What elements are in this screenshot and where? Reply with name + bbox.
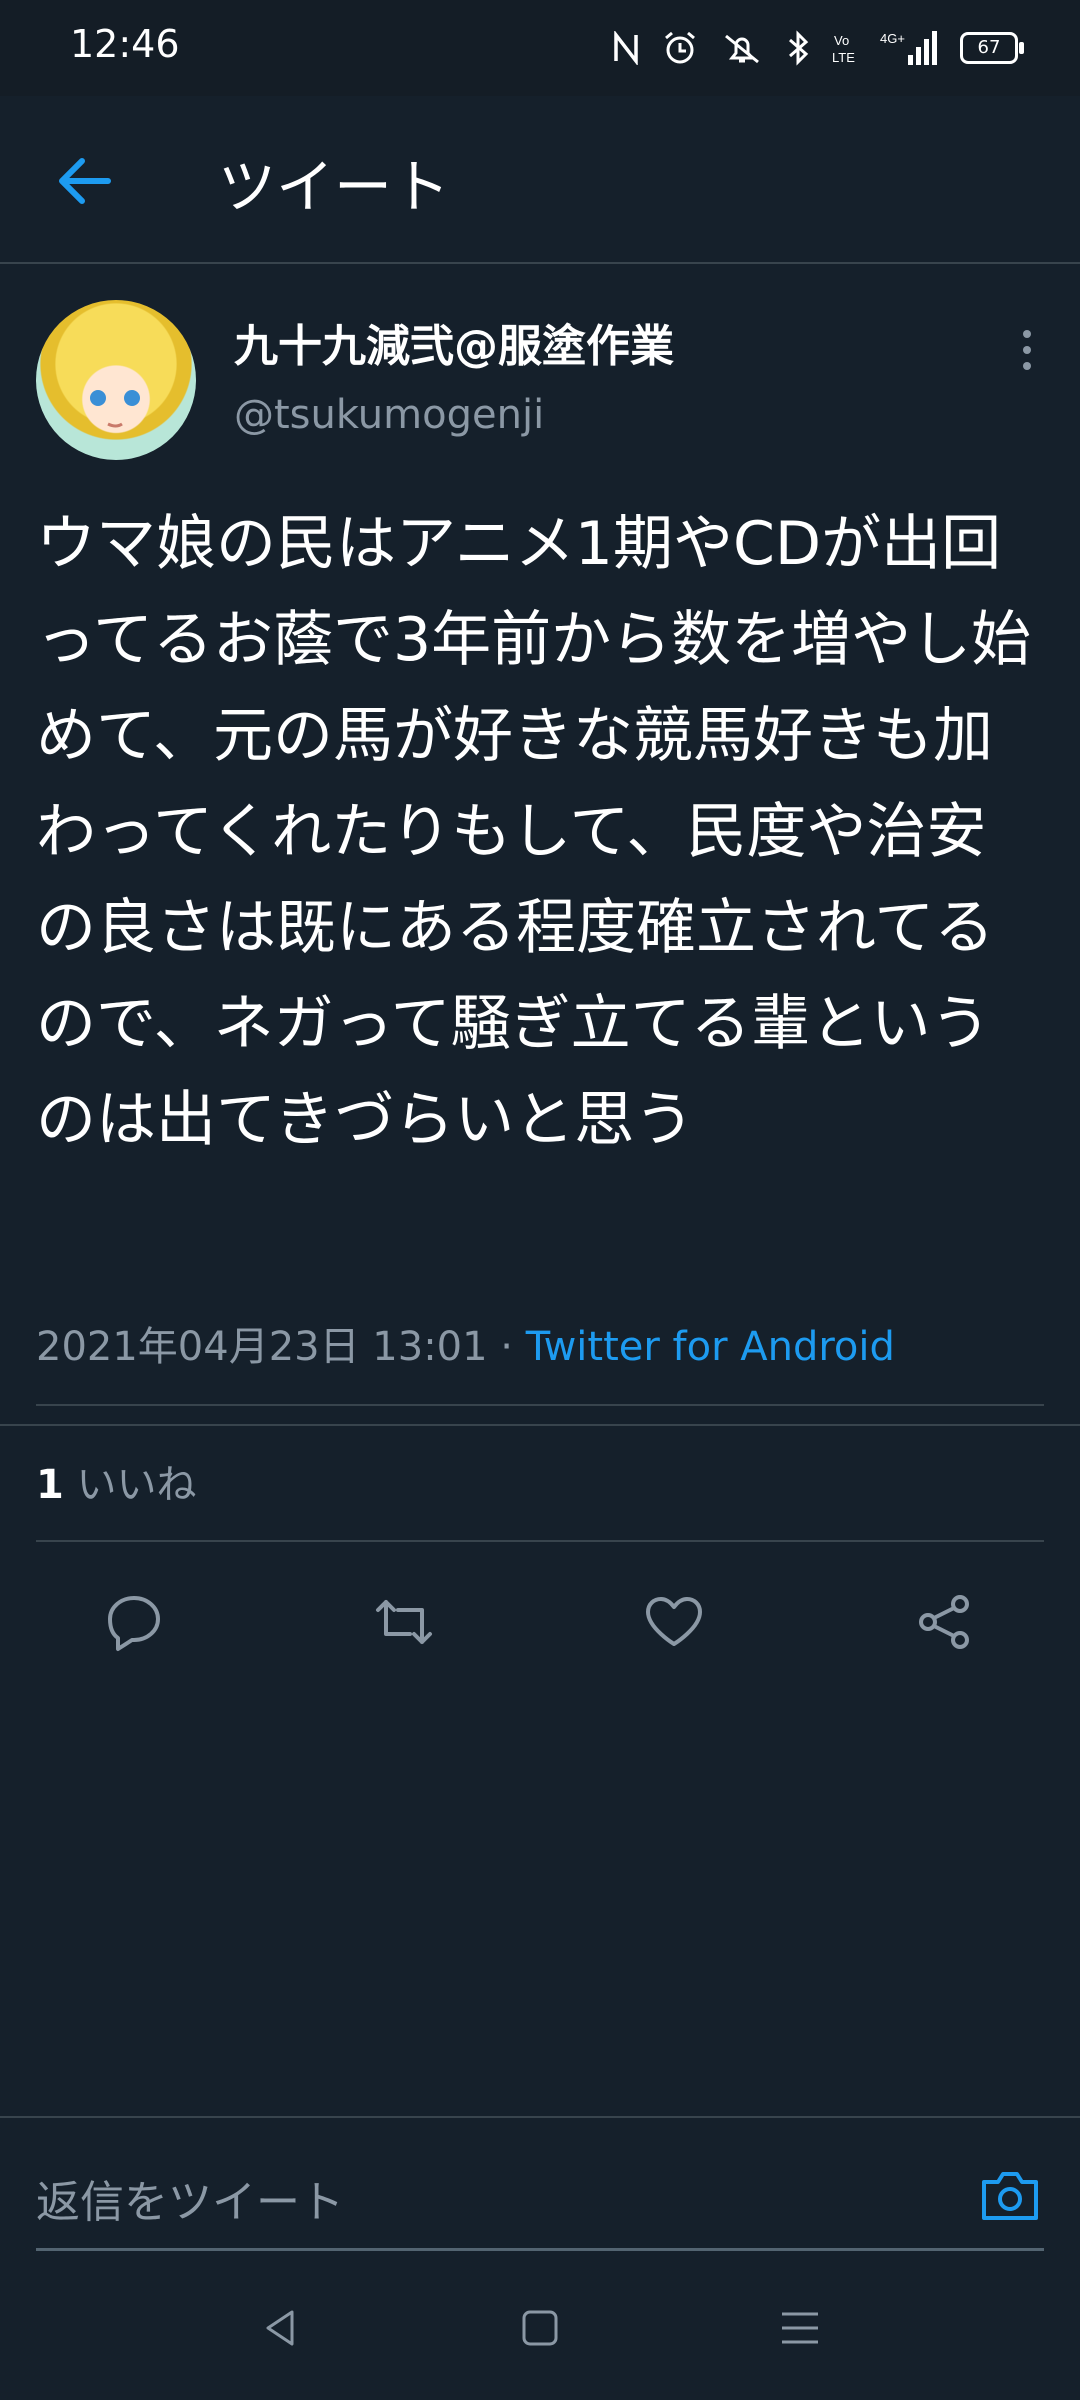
display-name[interactable]: 九十九減弐@服塗作業 [234,310,674,374]
svg-text:4G+: 4G+ [880,31,905,46]
avatar-face-icon [90,390,140,428]
nfc-icon [614,31,638,65]
page-title: ツイート [218,153,451,221]
reply-composer: 返信をツイート [0,2116,1080,2252]
top-app-bar: ツイート [0,96,1080,264]
divider [36,1404,1044,1406]
tweet-text: ウマ娘の民はアニメ1期やCDが出回ってるお蔭で3年前から数を増やし始めて、元の馬… [36,509,1032,1155]
signal-icon: 4G+ [880,31,937,65]
svg-text:LTE: LTE [832,50,855,65]
likes-count[interactable]: 1 いいね [36,1452,197,1510]
likes-number: 1 [36,1462,64,1508]
nav-menu-icon[interactable] [778,2306,822,2350]
bluetooth-icon [789,30,809,66]
more-options-icon[interactable] [1012,326,1042,374]
nav-back-icon[interactable] [258,2306,302,2350]
status-bar: 12:46 Vo LTE 4G+ 67 [0,0,1080,96]
divider [36,1540,1044,1542]
reply-input[interactable]: 返信をツイート [36,2166,344,2230]
tweet-meta: 2021年04月23日 13:01 · Twitter for Android [36,1314,895,1372]
status-time: 12:46 [70,22,180,66]
meta-separator: · [487,1324,526,1370]
reply-icon[interactable] [102,1590,166,1654]
battery-icon: 67 [960,32,1024,64]
divider [0,1424,1080,1426]
back-arrow-icon[interactable] [50,146,120,216]
tweet-source-link[interactable]: Twitter for Android [526,1324,895,1370]
volte-icon: Vo LTE [832,33,855,65]
likes-label: いいね [63,1462,197,1508]
user-handle[interactable]: @tsukumogenji [234,392,544,438]
tweet-timestamp: 2021年04月23日 13:01 [36,1324,488,1370]
svg-text:Vo: Vo [834,33,849,48]
reply-input-underline [36,2248,1044,2251]
avatar[interactable] [36,300,196,460]
status-icons: Vo LTE 4G+ 67 [612,26,1024,70]
mute-icon [725,34,759,64]
nav-home-icon[interactable] [518,2306,562,2350]
camera-icon[interactable] [978,2164,1042,2228]
retweet-icon[interactable] [372,1590,436,1654]
like-icon[interactable] [642,1590,706,1654]
share-icon[interactable] [912,1590,976,1654]
alarm-icon [665,31,695,64]
system-nav-bar [0,2252,1080,2400]
tweet-actions [0,1546,1080,1686]
